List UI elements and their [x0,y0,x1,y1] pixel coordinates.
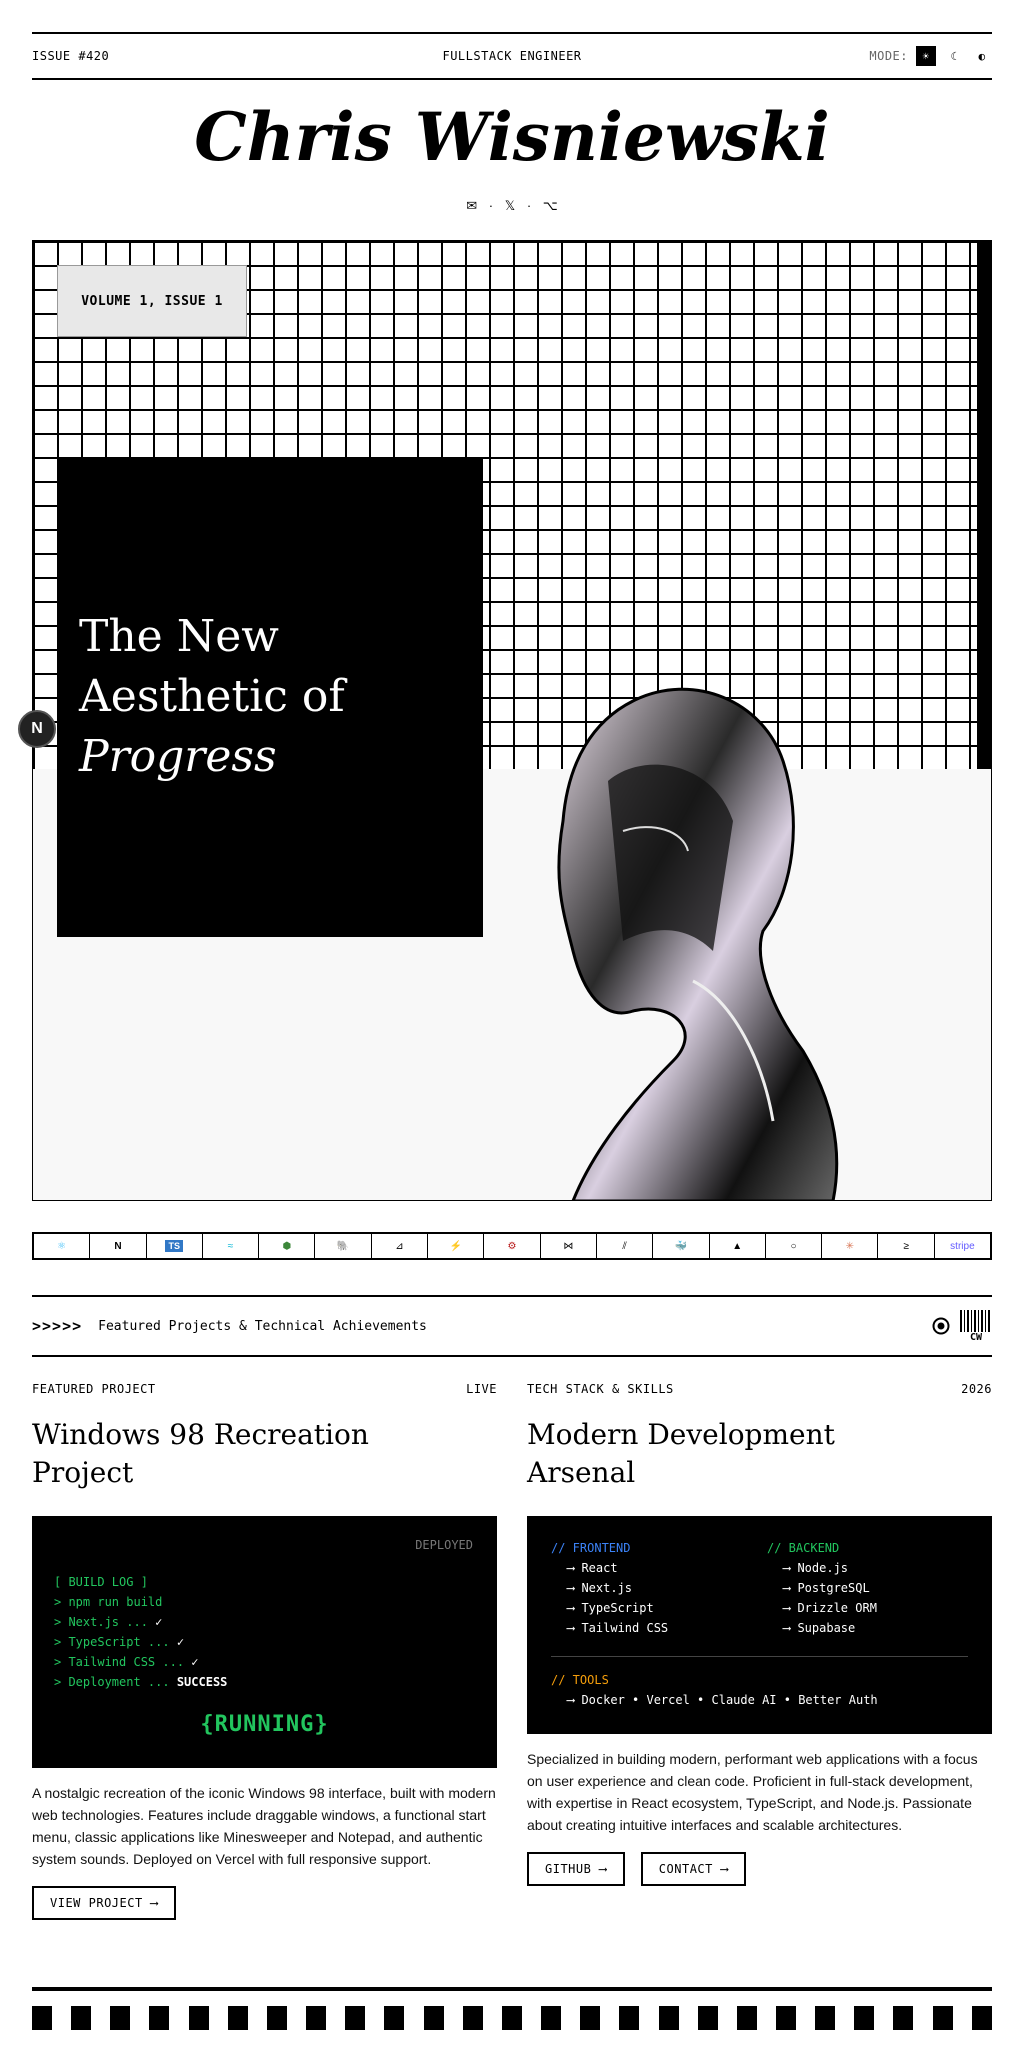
social-sep: · [526,198,532,213]
role-label: FULLSTACK ENGINEER [442,49,582,63]
chrome-figure-illustration [557,687,839,1200]
barcode-icon [960,1309,992,1332]
slash-icon: ⫽ [597,1234,654,1258]
build-log-terminal: DEPLOYED [ BUILD LOG ] > npm run build >… [32,1516,497,1768]
github-logo-icon: ○ [766,1234,823,1258]
stack-item: ⟶ React [567,1561,618,1575]
log-title: [ BUILD LOG ] [54,1575,148,1589]
grid-side-bar [977,241,991,769]
stripe-icon: stripe [950,1240,975,1252]
light-mode-icon[interactable]: ☀ [916,46,936,66]
typescript-icon: TS [147,1234,203,1258]
arrows-decoration: >>>>> [32,1317,83,1335]
target-icon [932,1317,950,1335]
headline-line-2: Aesthetic of [79,671,345,722]
mail-icon[interactable]: ✉ [466,198,477,213]
project-kicker: FEATURED PROJECT [32,1382,156,1396]
log-line: > npm run build [54,1595,163,1609]
postgresql-icon: 🐘 [315,1234,372,1258]
social-sep: · [488,198,494,213]
stack-item: ⟶ Supabase [783,1621,856,1635]
featured-project-card: FEATURED PROJECT LIVE Windows 98 Recreat… [32,1382,497,1920]
stack-description: Specialized in building modern, performa… [527,1751,978,1833]
stack-item: ⟶ Drizzle ORM [783,1601,877,1615]
headline-box: The New Aesthetic of Progress [57,457,483,937]
checker-border [32,2006,992,2030]
mode-label: MODE: [869,49,908,63]
github-button[interactable]: GITHUB ⟶ [527,1852,625,1886]
running-status: {RUNNING} [200,1712,329,1737]
featured-logo-group: CW [932,1309,992,1343]
stack-item: ⟶ PostgreSQL [783,1581,870,1595]
project-meta: FEATURED PROJECT LIVE [32,1382,497,1396]
barcode-logo: CW [960,1309,992,1343]
tools-list: // TOOLS ⟶ Docker • Vercel • Claude AI •… [551,1670,878,1710]
auto-mode-icon[interactable]: ◐ [972,46,992,66]
featured-label: Featured Projects & Technical Achievemen… [98,1318,427,1334]
tailwind-icon: ≈ [203,1234,260,1258]
bottom-rule [32,1987,992,1991]
mode-switcher: MODE: ☀ ☾ ◐ [869,46,992,66]
top-bar: ISSUE #420 FULLSTACK ENGINEER MODE: ☀ ☾ … [32,32,992,80]
stack-item: ⟶ TypeScript [567,1601,654,1615]
headline-line-3: Progress [79,731,277,782]
stack-item: ⟶ Node.js [783,1561,849,1575]
project-title: Windows 98 Recreation Project [32,1418,369,1489]
volume-label: VOLUME 1, ISSUE 1 [57,265,247,337]
settings-icon: ⚙ [484,1234,541,1258]
monitor-icon: ⊿ [372,1234,429,1258]
deployed-label: DEPLOYED [415,1538,473,1552]
vercel-icon: ▲ [710,1234,766,1258]
stack-item: ⟶ Next.js [567,1581,633,1595]
log-line: > TypeScript ... ✓ [54,1635,185,1649]
dark-mode-icon[interactable]: ☾ [944,46,964,66]
view-project-button[interactable]: VIEW PROJECT ⟶ [32,1886,177,1920]
backend-list: // BACKEND ⟶ Node.js ⟶ PostgreSQL ⟶ Driz… [767,1538,877,1638]
nodejs-icon: ⬢ [259,1234,316,1258]
nextjs-badge-icon[interactable]: N [18,710,56,748]
react-icon: ⚛ [34,1234,91,1258]
backend-label: // BACKEND [767,1541,840,1555]
stack-year: 2026 [961,1382,992,1396]
masthead-name: Chris Wisniewski [194,98,830,176]
project-description: A nostalgic recreation of the iconic Win… [32,1785,496,1867]
supabase-icon: ⚡ [428,1234,485,1258]
stack-panel: // FRONTEND ⟶ React ⟶ Next.js ⟶ TypeScri… [527,1516,992,1734]
build-log: [ BUILD LOG ] > npm run build > Next.js … [54,1572,227,1692]
log-line: > Tailwind CSS ... ✓ [54,1655,199,1669]
x-icon[interactable]: 𝕏 [505,198,515,213]
contact-button[interactable]: CONTACT ⟶ [640,1852,747,1886]
resend-icon: ≥ [878,1234,935,1258]
panel-divider [551,1656,968,1657]
hero-section: VOLUME 1, ISSUE 1 The New Aesthetic of P… [32,240,992,1201]
tools-items: ⟶ Docker • Vercel • Claude AI • Better A… [567,1693,878,1707]
logo-initials: CW [969,1331,983,1343]
log-line: > Deployment ... SUCCESS [54,1675,228,1689]
frontend-list: // FRONTEND ⟶ React ⟶ Next.js ⟶ TypeScri… [551,1538,668,1638]
claude-icon: ✳ [822,1234,879,1258]
stack-item: ⟶ Tailwind CSS [567,1621,669,1635]
docker-icon: 🐳 [653,1234,710,1258]
drizzle-icon: ⋈ [541,1234,597,1258]
headline-line-1: The New [79,611,279,662]
tools-label: // TOOLS [551,1673,609,1687]
stack-kicker: TECH STACK & SKILLS [527,1382,674,1396]
log-line: > Next.js ... ✓ [54,1615,163,1629]
stack-meta: TECH STACK & SKILLS 2026 [527,1382,992,1396]
frontend-label: // FRONTEND [551,1541,631,1555]
project-status: LIVE [466,1382,497,1396]
issue-number: ISSUE #420 [32,49,110,63]
nextjs-icon: N [90,1234,147,1258]
tech-logo-strip: ⚛ N TS ≈ ⬢ 🐘 ⊿ ⚡ ⚙ ⋈ ⫽ 🐳 ▲ ○ ✳ ≥ stripe [32,1232,992,1260]
tech-stack-card: TECH STACK & SKILLS 2026 Modern Developm… [527,1382,992,1886]
social-links: ✉ · 𝕏 · ⌥ [0,198,1024,214]
github-icon[interactable]: ⌥ [543,198,558,213]
stack-title: Modern Development Arsenal [527,1418,835,1489]
featured-bar: >>>>> Featured Projects & Technical Achi… [32,1295,992,1357]
